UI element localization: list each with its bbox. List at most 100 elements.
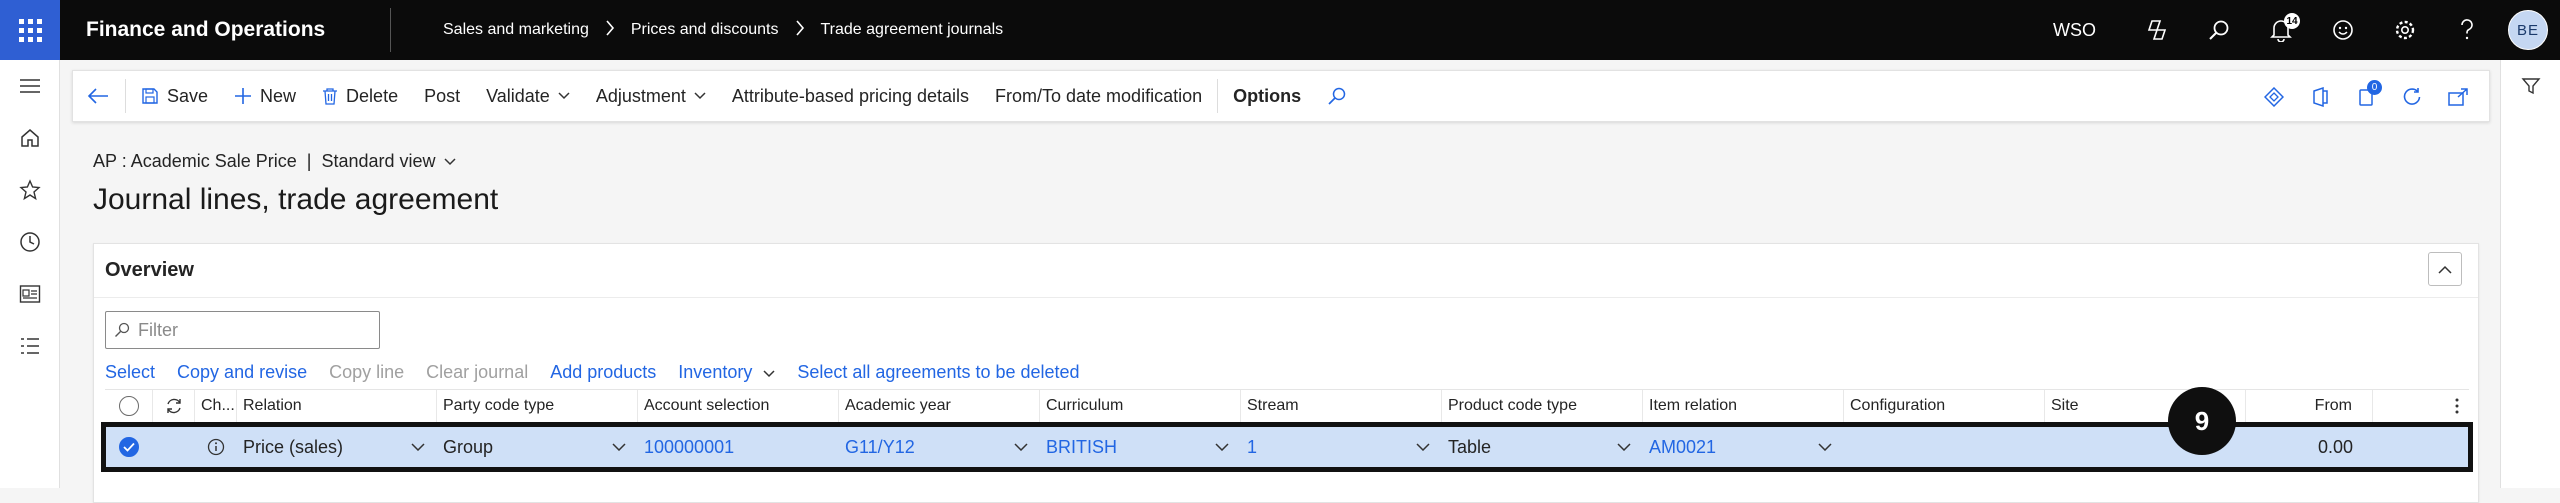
modules-button[interactable] <box>0 320 59 372</box>
back-button[interactable] <box>73 70 123 122</box>
table-row[interactable]: Price (sales) Group 100000001 G11/Y12 BR… <box>101 422 2473 472</box>
item-relation-cell[interactable]: AM0021 <box>1643 426 1844 468</box>
power-apps-button[interactable] <box>2251 71 2297 123</box>
select-all-agreements-button[interactable]: Select all agreements to be deleted <box>797 362 1090 383</box>
refresh-column[interactable] <box>153 390 195 422</box>
breadcrumb-item[interactable]: Prices and discounts <box>621 21 789 39</box>
select-all-checkbox-cell[interactable] <box>105 390 153 422</box>
row-select-cell[interactable] <box>105 426 153 468</box>
app-name[interactable]: Finance and Operations <box>60 18 390 42</box>
from-to-date-modification-button[interactable]: From/To date modification <box>982 70 1215 122</box>
feedback-button[interactable] <box>2312 0 2374 60</box>
product-code-type-cell[interactable]: Table <box>1442 426 1643 468</box>
row-info-cell[interactable] <box>195 426 237 468</box>
copilot-button[interactable] <box>2126 0 2188 60</box>
chevron-down-icon <box>694 92 706 100</box>
grid-filter <box>105 311 380 349</box>
adjustment-menu-button[interactable]: Adjustment <box>583 70 719 122</box>
product-code-type-value: Table <box>1448 436 1492 457</box>
overview-header[interactable]: Overview <box>94 244 2478 298</box>
column-header-curriculum[interactable]: Curriculum <box>1040 390 1241 422</box>
chevron-down-icon <box>1617 443 1631 451</box>
academic-year-value[interactable]: G11/Y12 <box>845 437 915 458</box>
arrow-left-icon <box>87 88 108 104</box>
favorites-button[interactable] <box>0 164 59 216</box>
company-picker[interactable]: WSO <box>2053 20 2126 41</box>
more-vertical-icon <box>2455 398 2459 414</box>
copy-and-revise-button[interactable]: Copy and revise <box>177 362 318 383</box>
curriculum-cell[interactable]: BRITISH <box>1040 426 1241 468</box>
open-in-new-window-button[interactable] <box>2435 71 2481 123</box>
column-options-button[interactable] <box>2373 390 2469 422</box>
copy-line-button[interactable]: Copy line <box>329 362 415 383</box>
settings-button[interactable] <box>2374 0 2436 60</box>
chevron-right-icon <box>599 19 621 41</box>
journal-lines-grid: Ch... Relation Party code type Account s… <box>101 389 2473 472</box>
search-icon <box>2209 20 2229 40</box>
clock-icon <box>19 232 40 252</box>
validate-menu-button[interactable]: Validate <box>473 70 583 122</box>
stream-cell[interactable]: 1 <box>1241 426 1442 468</box>
action-pane-tools: 0 <box>2251 71 2481 123</box>
app-launcher-button[interactable] <box>0 0 60 60</box>
attribute-pricing-details-button[interactable]: Attribute-based pricing details <box>719 70 982 122</box>
notifications-button[interactable]: 14 <box>2250 0 2312 60</box>
options-tab[interactable]: Options <box>1220 70 1314 122</box>
office-button[interactable] <box>2297 71 2343 123</box>
select-all-checkbox[interactable] <box>118 396 139 416</box>
collapse-button[interactable] <box>2428 252 2462 286</box>
new-button[interactable]: New <box>221 70 309 122</box>
search-button[interactable] <box>2188 0 2250 60</box>
academic-year-cell[interactable]: G11/Y12 <box>839 426 1040 468</box>
validate-label: Validate <box>486 85 550 106</box>
inventory-menu-button[interactable]: Inventory <box>678 362 786 383</box>
add-products-button[interactable]: Add products <box>550 362 667 383</box>
filter-pane-button[interactable] <box>2501 60 2560 112</box>
column-header-account-selection[interactable]: Account selection <box>638 390 839 422</box>
select-button[interactable]: Select <box>105 362 166 383</box>
column-header-changed[interactable]: Ch... <box>195 390 237 422</box>
clear-journal-button[interactable]: Clear journal <box>426 362 539 383</box>
home-button[interactable] <box>0 112 59 164</box>
chevron-down-icon <box>411 443 425 451</box>
item-relation-value[interactable]: AM0021 <box>1649 437 1716 458</box>
curriculum-value[interactable]: BRITISH <box>1046 437 1117 458</box>
column-header-relation[interactable]: Relation <box>237 390 437 422</box>
refresh-button[interactable] <box>2389 71 2435 123</box>
account-selection-cell[interactable]: 100000001 <box>638 426 839 468</box>
menu-button[interactable] <box>0 60 59 112</box>
breadcrumb-item[interactable]: Trade agreement journals <box>811 21 1014 39</box>
filter-input[interactable] <box>138 319 368 341</box>
column-header-party-code-type[interactable]: Party code type <box>437 390 638 422</box>
save-button[interactable]: Save <box>128 70 221 122</box>
delete-button[interactable]: Delete <box>309 70 411 122</box>
action-search-button[interactable] <box>1314 70 1360 122</box>
column-header-stream[interactable]: Stream <box>1241 390 1442 422</box>
row-checkbox[interactable] <box>119 437 139 457</box>
attachments-button[interactable]: 0 <box>2343 71 2389 123</box>
column-header-configuration[interactable]: Configuration <box>1844 390 2045 422</box>
column-header-product-code-type[interactable]: Product code type <box>1442 390 1643 422</box>
recent-button[interactable] <box>0 216 59 268</box>
party-code-type-cell[interactable]: Group <box>437 426 638 468</box>
post-button[interactable]: Post <box>411 70 473 122</box>
view-selector[interactable]: Standard view <box>321 151 435 172</box>
attachment-count-badge: 0 <box>2367 80 2382 95</box>
stream-value[interactable]: 1 <box>1247 437 1257 458</box>
column-header-from[interactable]: From <box>2246 390 2373 422</box>
account-selection-value[interactable]: 100000001 <box>644 437 734 458</box>
user-avatar[interactable]: BE <box>2508 10 2548 50</box>
step-callout-badge: 9 <box>2168 387 2236 455</box>
column-header-item-relation[interactable]: Item relation <box>1643 390 1844 422</box>
column-header-academic-year[interactable]: Academic year <box>839 390 1040 422</box>
search-icon <box>115 322 130 337</box>
help-button[interactable] <box>2436 0 2498 60</box>
checkmark-icon <box>123 442 135 452</box>
divider <box>1217 79 1219 113</box>
chevron-down-icon[interactable] <box>444 157 456 166</box>
workspaces-button[interactable] <box>0 268 59 320</box>
breadcrumb-item[interactable]: Sales and marketing <box>433 21 599 39</box>
from-cell[interactable]: 0.00 <box>2246 426 2373 468</box>
configuration-cell[interactable] <box>1844 426 2045 468</box>
relation-cell[interactable]: Price (sales) <box>237 426 437 468</box>
